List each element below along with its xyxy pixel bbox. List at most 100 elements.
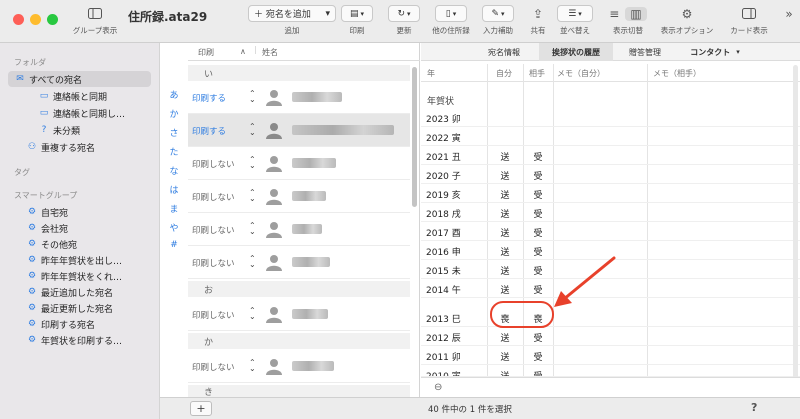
detail-scrollbar[interactable] xyxy=(793,65,798,395)
share-button[interactable]: ⇪ 共有 xyxy=(527,5,549,36)
self-status[interactable]: 送 xyxy=(487,150,523,163)
self-status[interactable]: 送 xyxy=(487,207,523,220)
history-row[interactable]: 2017 酉 送受 xyxy=(421,222,800,241)
sidebar-item-smart-group[interactable]: ⚙ 最近更新した宛名 xyxy=(26,300,113,316)
up-down-chevron-icon[interactable]: ⌃ ⌄ xyxy=(249,90,256,104)
self-status[interactable]: 送 xyxy=(487,264,523,277)
tab-gift-management[interactable]: 贈答管理 xyxy=(613,43,677,61)
minus-circle-icon[interactable]: ⊖ xyxy=(434,382,442,393)
list-item[interactable]: 印刷しない ⌃ ⌄ xyxy=(188,213,410,246)
partner-status[interactable]: 受 xyxy=(523,245,553,258)
partner-status[interactable]: 受 xyxy=(523,169,553,182)
tab-greeting-history[interactable]: 挨拶状の履歴 xyxy=(539,43,613,61)
sidebar-item-smart-group[interactable]: ⚙ 昨年年賀状を出し… xyxy=(26,252,122,268)
partner-status[interactable]: 受 xyxy=(523,283,553,296)
index-letter[interactable]: は xyxy=(160,183,188,196)
sidebar-item-all-addresses[interactable]: ✉ すべての宛名 xyxy=(8,71,151,87)
sidebar-item-smart-group[interactable]: ⚙ 昨年年賀状をくれ… xyxy=(26,268,122,284)
print-toggle[interactable]: 印刷しない xyxy=(192,361,235,373)
print-toggle[interactable]: 印刷しない xyxy=(192,191,235,203)
partner-status[interactable]: 受 xyxy=(523,264,553,277)
history-row[interactable]: 2019 亥 送受 xyxy=(421,184,800,203)
sidebar-item-uncategorized[interactable]: ? 未分類 xyxy=(38,122,80,138)
self-status[interactable]: 送 xyxy=(487,331,523,344)
minimize-window-button[interactable] xyxy=(30,14,41,25)
sidebar-item-smart-group[interactable]: ⚙ 自宅宛 xyxy=(26,204,68,220)
self-status[interactable]: 送 xyxy=(487,369,523,376)
view-switch-control[interactable]: ≡ ▥ 表示切替 xyxy=(599,5,657,36)
history-row[interactable]: 2021 丑 送受 xyxy=(421,146,800,165)
print-toggle[interactable]: 印刷しない xyxy=(192,257,235,269)
close-window-button[interactable] xyxy=(13,14,24,25)
history-row[interactable]: 2018 戌 送受 xyxy=(421,203,800,222)
index-letter[interactable]: た xyxy=(160,145,188,158)
print-toggle[interactable]: 印刷する xyxy=(192,125,226,137)
add-address-control[interactable]: ＋ 宛名を追加 ▾ 追加 xyxy=(247,5,337,36)
print-toggle[interactable]: 印刷しない xyxy=(192,309,235,321)
sidebar-item-smart-group[interactable]: ⚙ 会社宛 xyxy=(26,220,68,236)
print-toggle[interactable]: 印刷しない xyxy=(192,158,235,170)
sidebar-item-duplicates[interactable]: ⚇ 重複する宛名 xyxy=(26,139,95,155)
history-row[interactable]: 2020 子 送受 xyxy=(421,165,800,184)
history-row[interactable]: 2010 寅 送受 xyxy=(421,365,800,377)
self-status[interactable]: 送 xyxy=(487,245,523,258)
partner-status[interactable]: 受 xyxy=(523,369,553,376)
group-view-button[interactable]: グループ表示 xyxy=(70,5,120,36)
view-options-button[interactable]: ⚙ 表示オプション xyxy=(659,5,715,36)
sort-ascending-icon[interactable]: ∧ xyxy=(240,47,246,56)
card-view-button[interactable]: カード表示 xyxy=(724,5,774,36)
print-button[interactable]: ▤ ▾ 印刷 xyxy=(340,5,374,36)
list-item[interactable]: 印刷しない ⌃ ⌄ xyxy=(188,350,410,383)
help-button[interactable]: ? xyxy=(751,401,757,414)
other-address-book-button[interactable]: ▯ ▾ 他の住所録 xyxy=(428,5,474,36)
sidebar-item-sync-contacts[interactable]: ▭ 連絡帳と同期 xyxy=(38,88,107,104)
chevron-down-icon[interactable]: ▾ xyxy=(325,9,330,19)
history-row[interactable]: 2011 卯 送受 xyxy=(421,346,800,365)
up-down-chevron-icon[interactable]: ⌃ ⌄ xyxy=(249,222,256,236)
up-down-chevron-icon[interactable]: ⌃ ⌄ xyxy=(249,189,256,203)
up-down-chevron-icon[interactable]: ⌃ ⌄ xyxy=(249,307,256,321)
list-scrollbar[interactable] xyxy=(412,67,417,207)
list-item[interactable]: 印刷する ⌃ ⌄ xyxy=(188,81,410,114)
history-row[interactable]: 2023 卯 xyxy=(421,108,800,127)
print-toggle[interactable]: 印刷しない xyxy=(192,224,235,236)
sidebar-item-smart-group[interactable]: ⚙ 年賀状を印刷する… xyxy=(26,332,122,348)
up-down-chevron-icon[interactable]: ⌃ ⌄ xyxy=(249,359,256,373)
partner-status[interactable]: 受 xyxy=(523,188,553,201)
up-down-chevron-icon[interactable]: ⌃ ⌄ xyxy=(249,123,256,137)
up-down-chevron-icon[interactable]: ⌃ ⌄ xyxy=(249,156,256,170)
add-button[interactable]: + xyxy=(190,401,212,416)
partner-status[interactable]: 受 xyxy=(523,150,553,163)
index-letter[interactable]: や xyxy=(160,221,188,234)
sidebar-item-smart-group[interactable]: ⚙ 最近追加した宛名 xyxy=(26,284,113,300)
index-letter[interactable]: # xyxy=(160,240,188,250)
index-letter[interactable]: さ xyxy=(160,126,188,139)
partner-status[interactable]: 受 xyxy=(523,207,553,220)
index-letter[interactable]: ま xyxy=(160,202,188,215)
history-row[interactable]: 2012 辰 送受 xyxy=(421,327,800,346)
print-toggle[interactable]: 印刷する xyxy=(192,92,226,104)
list-item[interactable]: 印刷する ⌃ ⌄ xyxy=(188,114,410,147)
zoom-window-button[interactable] xyxy=(47,14,58,25)
self-status[interactable]: 送 xyxy=(487,350,523,363)
sort-button[interactable]: ☰ ▾ 並べ替え xyxy=(555,5,595,36)
tab-address-info[interactable]: 宛名情報 xyxy=(469,43,539,61)
list-item[interactable]: 印刷しない ⌃ ⌄ xyxy=(188,180,410,213)
sidebar-item-sync-contacts-2[interactable]: ▭ 連絡帳と同期し… xyxy=(38,105,125,121)
list-item[interactable]: 印刷しない ⌃ ⌄ xyxy=(188,298,410,331)
toolbar-overflow-button[interactable]: » xyxy=(782,5,796,22)
partner-status[interactable]: 受 xyxy=(523,350,553,363)
self-status[interactable]: 送 xyxy=(487,169,523,182)
print-column-header[interactable]: 印刷 xyxy=(198,47,214,58)
history-row[interactable]: 2022 寅 xyxy=(421,127,800,146)
sidebar-item-smart-group[interactable]: ⚙ その他宛 xyxy=(26,236,77,252)
tab-contact[interactable]: コンタクト ▾ xyxy=(683,43,747,61)
list-item[interactable]: 印刷しない ⌃ ⌄ xyxy=(188,147,410,180)
index-letter[interactable]: な xyxy=(160,164,188,177)
list-view-icon[interactable]: ≡ xyxy=(609,7,619,21)
split-view-icon[interactable]: ▥ xyxy=(625,6,647,21)
name-column-header[interactable]: 姓名 xyxy=(262,47,278,58)
input-assist-button[interactable]: ✎ ▾ 入力補助 xyxy=(478,5,518,36)
self-status[interactable]: 送 xyxy=(487,283,523,296)
up-down-chevron-icon[interactable]: ⌃ ⌄ xyxy=(249,255,256,269)
